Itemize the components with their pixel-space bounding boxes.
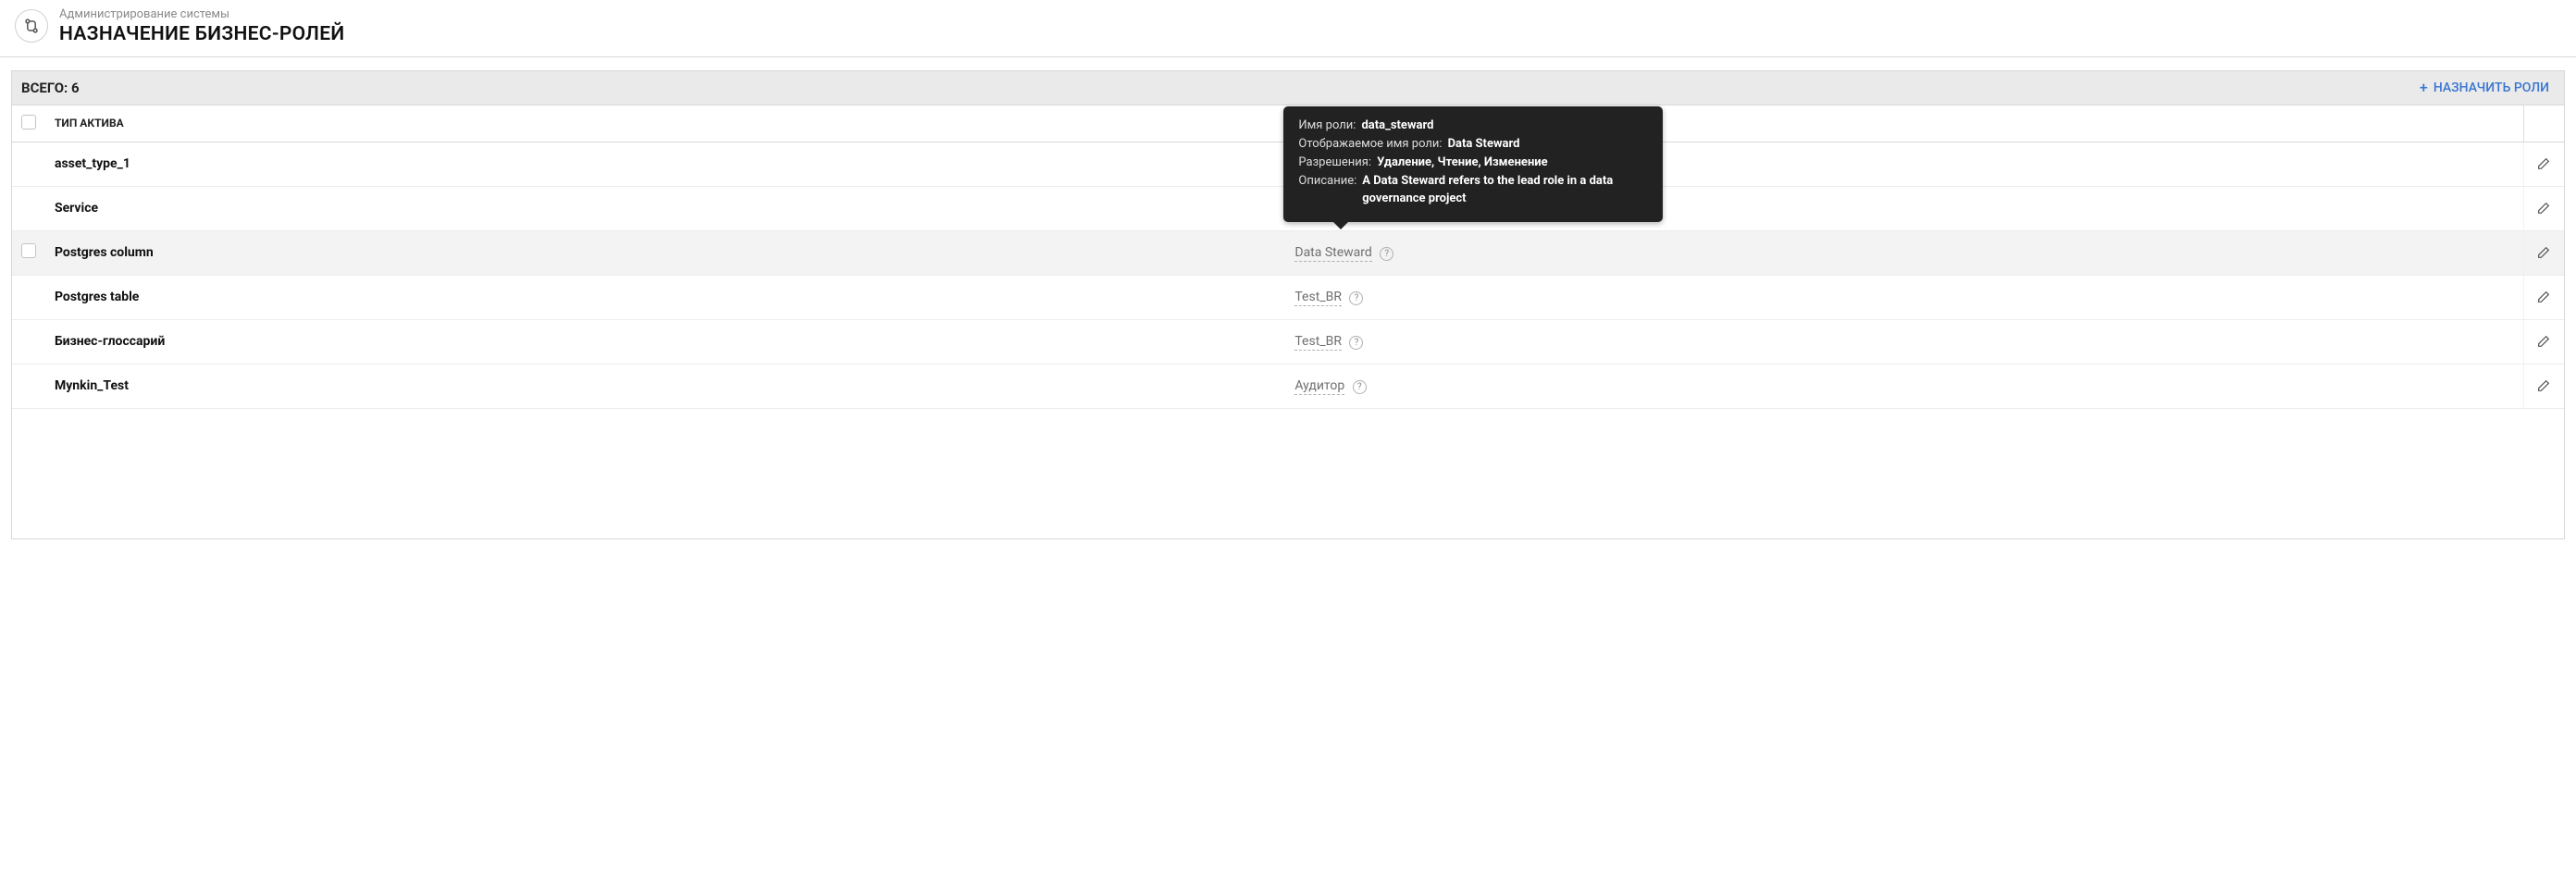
breadcrumb: Администрирование системы: [59, 7, 344, 23]
tooltip-desc-label: Описание:: [1298, 173, 1362, 208]
plus-icon: +: [2420, 80, 2428, 95]
column-asset-type[interactable]: ТИП АКТИВА: [45, 105, 1285, 142]
tooltip-name-label: Имя роли:: [1298, 117, 1361, 135]
edit-button[interactable]: [2533, 242, 2554, 263]
asset-type-name: Postgres column: [55, 245, 154, 260]
help-icon[interactable]: ?: [1349, 336, 1363, 350]
assign-roles-button[interactable]: + НАЗНАЧИТЬ РОЛИ: [2414, 77, 2555, 99]
asset-type-name: asset_type_1: [55, 156, 130, 171]
role-chip[interactable]: Аудитор: [1294, 378, 1344, 395]
page-title: НАЗНАЧЕНИЕ БИЗНЕС-РОЛЕЙ: [59, 23, 344, 45]
tooltip-name-value: data_steward: [1361, 117, 1433, 135]
asset-type-name: Postgres table: [55, 290, 139, 304]
total-count: ВСЕГО: 6: [21, 80, 80, 96]
role-chip[interactable]: Data Steward: [1294, 245, 1371, 262]
role-tooltip: Имя роли: data_steward Отображаемое имя …: [1283, 106, 1663, 221]
roles-icon: [15, 9, 48, 43]
help-icon[interactable]: ?: [1349, 291, 1363, 305]
page-header: Администрирование системы НАЗНАЧЕНИЕ БИЗ…: [0, 0, 2576, 57]
asset-type-name: Mynkin_Test: [55, 378, 129, 393]
edit-button[interactable]: [2533, 331, 2554, 352]
role-chip[interactable]: Test_BR: [1294, 334, 1342, 351]
edit-button[interactable]: [2533, 154, 2554, 174]
tooltip-display-label: Отображаемое имя роли:: [1298, 136, 1447, 154]
table-row[interactable]: Postgres table Test_BR ?: [12, 275, 2564, 319]
tooltip-display-value: Data Steward: [1448, 136, 1520, 154]
table-row[interactable]: Postgres column Data Steward ?: [12, 230, 2564, 275]
asset-type-name: Бизнес-глоссарий: [55, 334, 165, 349]
help-icon[interactable]: ?: [1353, 380, 1367, 394]
asset-type-name: Service: [55, 201, 98, 216]
tooltip-perm-label: Разрешения:: [1298, 154, 1377, 172]
tooltip-desc-value: A Data Steward refers to the lead role i…: [1362, 173, 1648, 208]
role-chip[interactable]: Test_BR: [1294, 290, 1342, 306]
help-icon[interactable]: ?: [1380, 247, 1393, 261]
select-all-checkbox[interactable]: [21, 115, 36, 130]
row-checkbox[interactable]: [21, 243, 36, 258]
edit-button[interactable]: [2533, 376, 2554, 396]
table-row[interactable]: Mynkin_Test Аудитор ?: [12, 364, 2564, 408]
edit-button[interactable]: [2533, 287, 2554, 307]
tooltip-perm-value: Удаление, Чтение, Изменение: [1377, 154, 1548, 172]
table-row[interactable]: Бизнес-глоссарий Test_BR ?: [12, 319, 2564, 364]
edit-button[interactable]: [2533, 198, 2554, 218]
assign-roles-label: НАЗНАЧИТЬ РОЛИ: [2434, 80, 2549, 95]
